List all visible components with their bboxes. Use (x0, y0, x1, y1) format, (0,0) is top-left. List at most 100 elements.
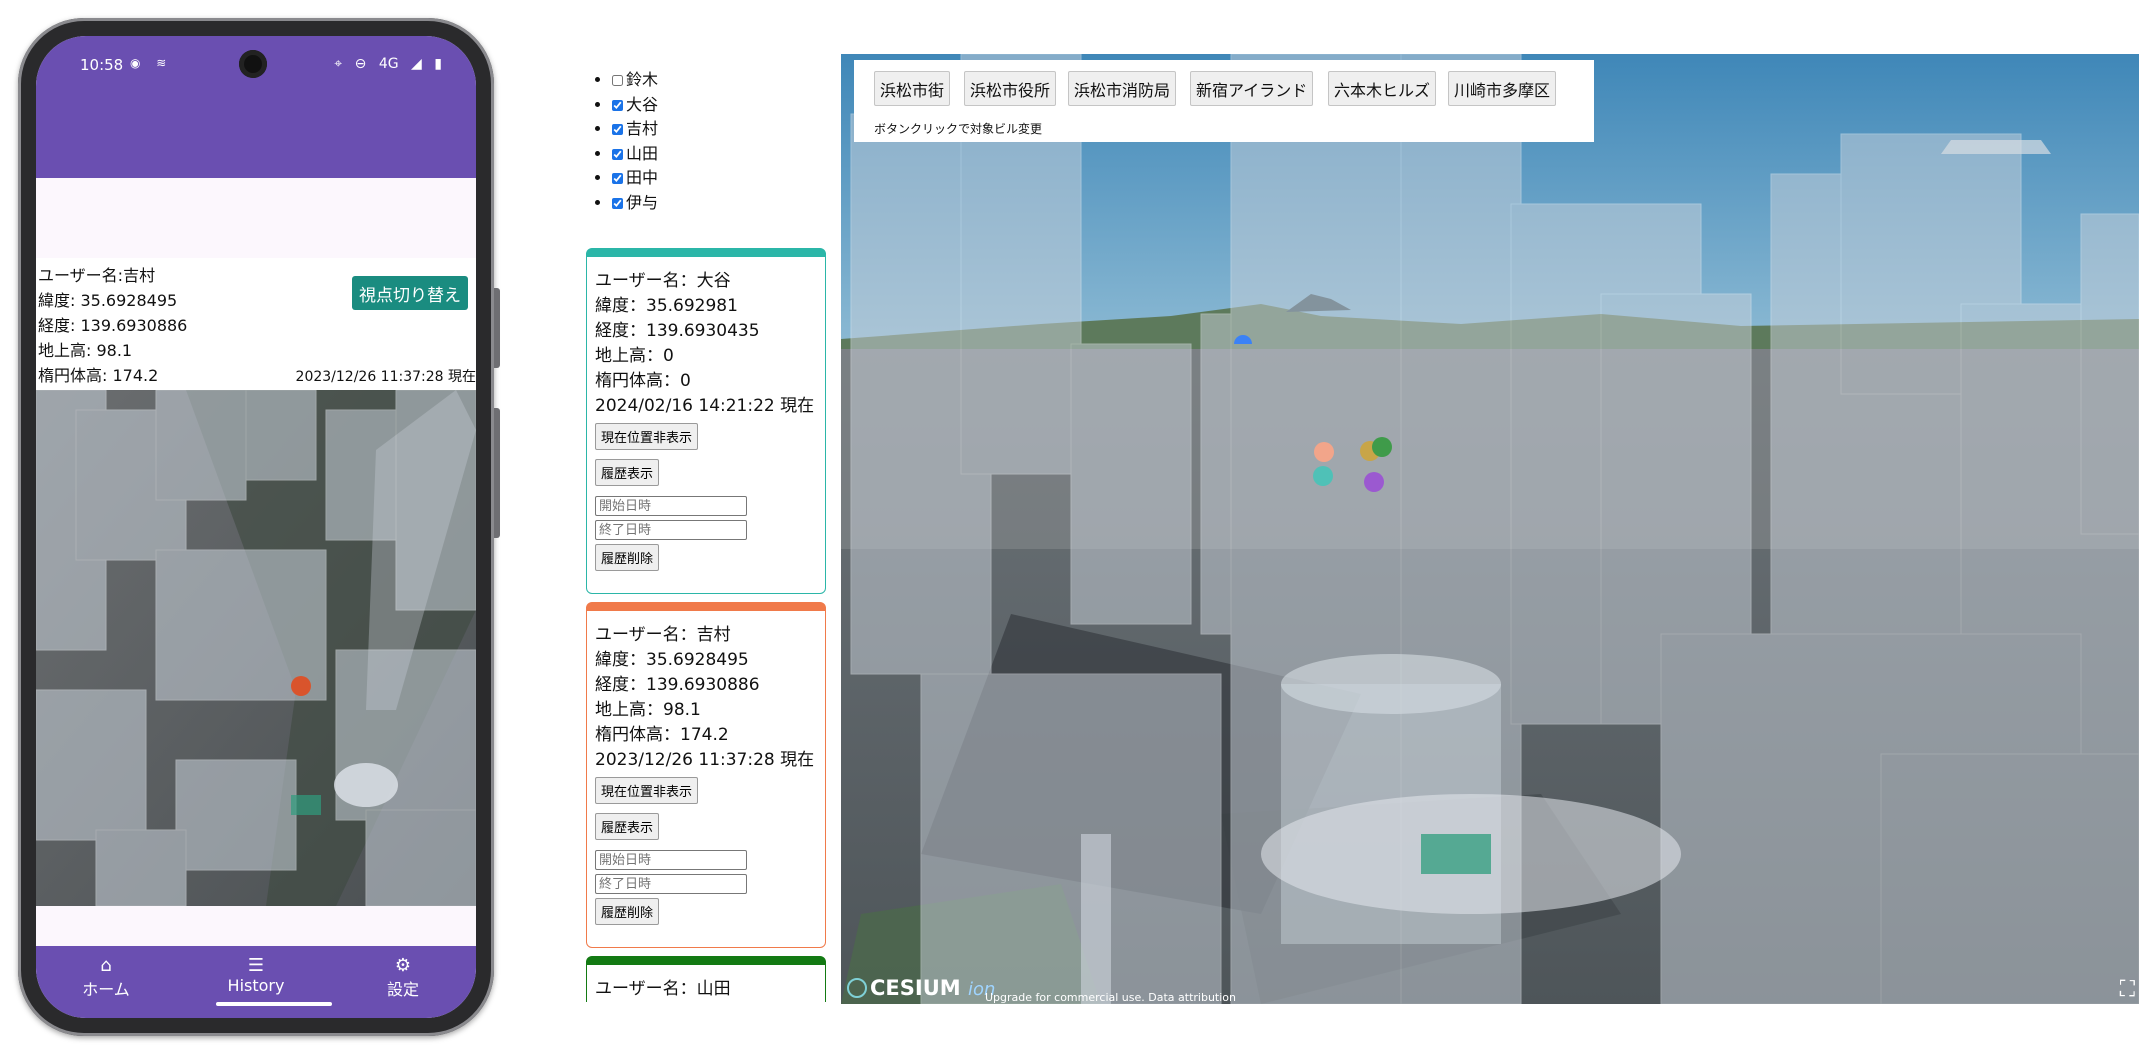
card-ellipsoid: 楕円体高：174.2 (595, 725, 729, 745)
power-button (494, 408, 500, 538)
card-username: ユーザー名：吉村 (595, 625, 731, 645)
user-check-item: 伊与 (612, 191, 826, 216)
user-info-panel: ユーザー名:吉村 緯度: 35.6928495 経度: 139.6930886 … (36, 258, 476, 390)
user-check-label: 鈴木 (626, 70, 659, 89)
phone-user-marker (291, 676, 311, 696)
notification-icons: ◉ ≋ (130, 56, 173, 70)
fullscreen-icon[interactable]: ⛶ (2120, 977, 2135, 1002)
delete-history-button[interactable]: 履歴削除 (595, 544, 660, 571)
user-check-label: 田中 (626, 168, 659, 187)
card-timestamp: 2023/12/26 11:37:28 現在 (595, 750, 815, 770)
info-username: ユーザー名:吉村 (38, 266, 156, 285)
card-username: ユーザー名：大谷 (595, 271, 731, 291)
info-longitude: 経度: 139.6930886 (38, 316, 188, 335)
toolbar-hint: ボタンクリックで対象ビル変更 (874, 122, 1043, 136)
building-toolbar: 浜松市街 浜松市役所 浜松市消防局 新宿アイランド 六本木ヒルズ 川崎市多摩区 … (854, 60, 1594, 142)
end-datetime-input[interactable] (595, 874, 747, 894)
cesium-logo-text: CESIUM (870, 976, 961, 1000)
card-latitude: 緯度：35.692981 (595, 296, 738, 316)
start-datetime-input[interactable] (595, 850, 747, 870)
cesium-3d-viewer[interactable]: 浜松市街 浜松市役所 浜松市消防局 新宿アイランド 六本木ヒルズ 川崎市多摩区 … (841, 54, 2139, 1004)
data-attribution[interactable]: Upgrade for commercial use. Data attribu… (985, 991, 1236, 1004)
location-icon: ⌖ (334, 56, 343, 72)
end-datetime-input[interactable] (595, 520, 747, 540)
building-button-kawasaki-tama[interactable]: 川崎市多摩区 (1448, 71, 1557, 106)
card-username: ユーザー名：山田 (595, 979, 731, 999)
signal-icon: ◢ (411, 56, 422, 72)
user-checkbox-list: 鈴木 大谷 吉村 山田 田中 伊与 (586, 68, 826, 215)
user-check-item: 鈴木 (612, 68, 826, 93)
user-check-label: 大谷 (626, 94, 659, 114)
card-altitude: 地上高：98.1 (595, 700, 701, 720)
info-latitude: 緯度: 35.6928495 (38, 291, 178, 310)
phone-3d-map[interactable] (36, 390, 476, 906)
phone-map-scene (36, 390, 476, 906)
start-datetime-input[interactable] (595, 496, 747, 516)
nav-home-label: ホーム (82, 980, 130, 999)
card-timestamp: 2024/02/16 14:21:22 現在 (595, 396, 815, 416)
user-card-yamada: ユーザー名：山田 (586, 956, 826, 1002)
user-check-item: 大谷 (612, 93, 826, 118)
nav-settings[interactable]: ⚙ 設定 (348, 956, 458, 1000)
status-bar: 10:58 ◉ ≋ ⌖ ⊖ 4G ◢ ▮ (36, 36, 476, 86)
app-bar (36, 86, 476, 178)
nav-home[interactable]: ⌂ ホーム (51, 956, 161, 1000)
user-card-yoshimura: ユーザー名：吉村 緯度：35.6928495 経度：139.6930886 地上… (586, 602, 826, 948)
card-latitude: 緯度：35.6928495 (595, 650, 749, 670)
phone-screen: 10:58 ◉ ≋ ⌖ ⊖ 4G ◢ ▮ ユーザー名:吉村 緯度: 35.692… (36, 36, 476, 1018)
home-indicator[interactable] (216, 1002, 332, 1006)
info-ellipsoid: 楕円体高: 174.2 (38, 366, 159, 385)
user-check-item: 山田 (612, 142, 826, 167)
cesium-icon (847, 978, 867, 998)
user-checkbox[interactable] (612, 124, 623, 135)
status-icons: ⌖ ⊖ 4G ◢ ▮ (326, 56, 442, 72)
user-check-label: 山田 (626, 143, 659, 163)
list-icon: ☰ (247, 955, 265, 976)
card-ellipsoid: 楕円体高：0 (595, 371, 691, 391)
user-checkbox[interactable] (612, 197, 623, 209)
volume-button (494, 288, 500, 368)
show-history-button[interactable]: 履歴表示 (595, 813, 660, 840)
battery-icon: ▮ (434, 56, 442, 72)
user-checkbox[interactable] (612, 75, 623, 86)
nav-history-label: History (227, 976, 285, 995)
user-checkbox[interactable] (612, 173, 623, 184)
phone-frame: 10:58 ◉ ≋ ⌖ ⊖ 4G ◢ ▮ ユーザー名:吉村 緯度: 35.692… (18, 18, 500, 1036)
front-camera (239, 50, 267, 78)
hide-location-button[interactable]: 現在位置非表示 (595, 777, 699, 804)
switch-view-button[interactable]: 視点切り替え (352, 276, 468, 310)
user-check-label: 吉村 (626, 119, 659, 138)
building-button-shinjuku-island[interactable]: 新宿アイランド (1190, 71, 1314, 106)
building-button-hamamatsu-city[interactable]: 浜松市街 (874, 71, 951, 106)
user-marker-yamada[interactable] (1372, 437, 1392, 457)
user-marker-yoshimura[interactable] (1314, 442, 1334, 462)
building-button-hamamatsu-fire[interactable]: 浜松市消防局 (1068, 71, 1177, 106)
nav-settings-label: 設定 (386, 980, 419, 999)
show-history-button[interactable]: 履歴表示 (595, 459, 660, 486)
hide-location-button[interactable]: 現在位置非表示 (595, 423, 699, 450)
dnd-icon: ⊖ (354, 56, 367, 72)
user-check-item: 吉村 (612, 117, 826, 142)
user-marker-iyo[interactable] (1364, 472, 1384, 492)
user-list-panel: 鈴木 大谷 吉村 山田 田中 伊与 ユーザー名：大谷 緯度：35.692981 … (586, 54, 826, 1002)
gear-icon: ⚙ (394, 955, 412, 976)
cesium-logo[interactable]: CESIUM ion (847, 976, 995, 1000)
user-marker-otani[interactable] (1313, 466, 1333, 486)
delete-history-button[interactable]: 履歴削除 (595, 898, 660, 925)
info-timestamp: 2023/12/26 11:37:28 現在 (295, 369, 476, 385)
user-check-item: 田中 (612, 166, 826, 191)
info-altitude: 地上高: 98.1 (38, 341, 133, 360)
user-checkbox[interactable] (612, 148, 623, 160)
building-button-hamamatsu-hall[interactable]: 浜松市役所 (964, 71, 1057, 106)
card-altitude: 地上高：0 (595, 346, 674, 366)
card-longitude: 経度：139.6930435 (595, 321, 760, 341)
status-time: 10:58 (80, 56, 124, 74)
home-icon: ⌂ (100, 955, 112, 976)
building-button-roppongi-hills[interactable]: 六本木ヒルズ (1328, 71, 1437, 106)
city-scene (841, 54, 2139, 1004)
nav-history[interactable]: ☰ History (201, 955, 311, 996)
user-checkbox[interactable] (612, 99, 623, 111)
network-label: 4G (378, 56, 399, 72)
user-card-otani: ユーザー名：大谷 緯度：35.692981 経度：139.6930435 地上高… (586, 248, 826, 594)
bottom-navigation: ⌂ ホーム ☰ History ⚙ 設定 (36, 946, 476, 1018)
